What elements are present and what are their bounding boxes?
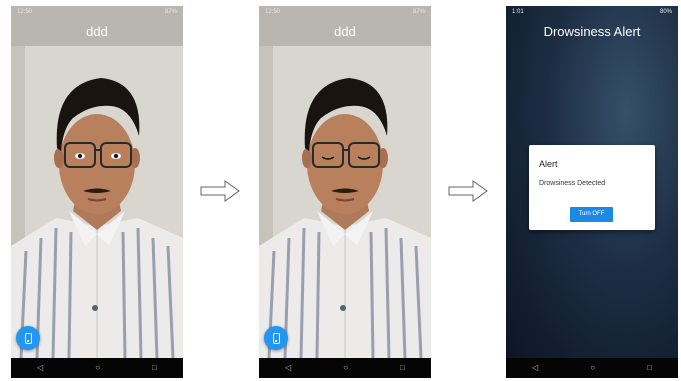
- recents-icon[interactable]: □: [647, 364, 652, 372]
- back-icon[interactable]: ◁: [37, 364, 43, 372]
- phone-icon: [24, 332, 32, 344]
- dialog-title: Alert: [539, 159, 558, 169]
- back-icon[interactable]: ◁: [532, 364, 538, 372]
- arrow-right-icon: [448, 180, 488, 202]
- phone-icon: [272, 332, 280, 344]
- camera-preview: [259, 6, 431, 358]
- home-icon[interactable]: ○: [343, 364, 348, 372]
- navigation-bar: ◁ ○ □: [11, 358, 183, 378]
- status-bar: 1:01 80%: [506, 6, 678, 18]
- status-battery: 87%: [164, 9, 177, 15]
- status-battery: 80%: [659, 9, 672, 15]
- status-time: 12:50: [17, 9, 33, 15]
- camera-preview: [11, 6, 183, 358]
- navigation-bar: ◁ ○ □: [506, 358, 678, 378]
- home-icon[interactable]: ○: [95, 364, 100, 372]
- navigation-bar: ◁ ○ □: [259, 358, 431, 378]
- phone-screen-eyes-open: 12:50 87% ddd ◁ ○ □: [11, 6, 183, 378]
- phone-screen-drowsiness-alert: 1:01 80% Drowsiness Alert Alert Drowsine…: [506, 6, 678, 378]
- floating-action-button[interactable]: [264, 326, 288, 350]
- dialog-message: Drowsiness Detected: [539, 180, 606, 187]
- app-title: ddd: [334, 24, 356, 39]
- alert-dialog: Alert Drowsiness Detected Turn OFF: [529, 145, 655, 230]
- app-title: Drowsiness Alert: [543, 24, 641, 39]
- phone-screen-eyes-closed: 12:50 87% ddd ◁ ○ □: [259, 6, 431, 378]
- back-icon[interactable]: ◁: [285, 364, 291, 372]
- turn-off-button[interactable]: Turn OFF: [570, 207, 613, 222]
- status-time: 1:01: [512, 9, 524, 15]
- recents-icon[interactable]: □: [400, 364, 405, 372]
- app-title: ddd: [86, 24, 108, 39]
- status-battery: 87%: [412, 9, 425, 15]
- recents-icon[interactable]: □: [152, 364, 157, 372]
- floating-action-button[interactable]: [16, 326, 40, 350]
- status-time: 12:50: [265, 9, 281, 15]
- status-bar: 12:50 87%: [259, 6, 431, 18]
- arrow-right-icon: [200, 180, 240, 202]
- home-icon[interactable]: ○: [590, 364, 595, 372]
- status-bar: 12:50 87%: [11, 6, 183, 18]
